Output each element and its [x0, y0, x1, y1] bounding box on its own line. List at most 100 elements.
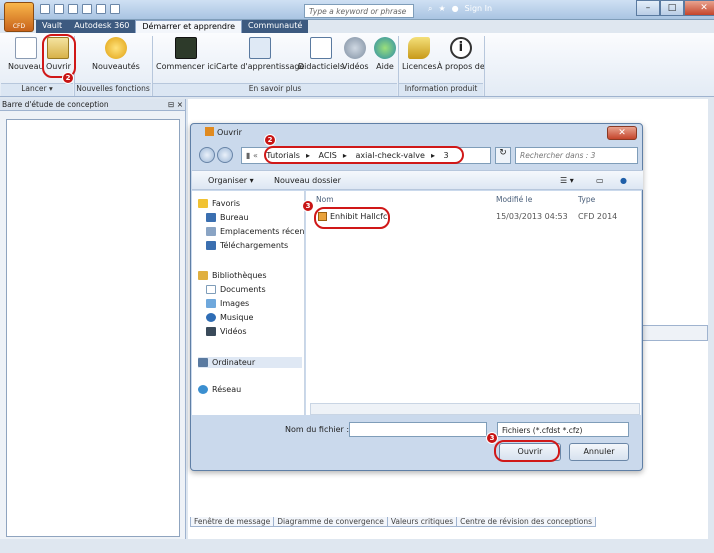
back-icon[interactable]: [199, 147, 215, 163]
videos-icon: [206, 327, 216, 336]
nav-computer-label: Ordinateur: [212, 358, 256, 367]
open-button[interactable]: Ouvrir: [46, 37, 71, 71]
file-list: Nom Modifié le Type Enhibit Hallcfc 15/0…: [306, 191, 641, 415]
nav-music-label: Musique: [220, 313, 254, 322]
address-bar[interactable]: ▮ « Tutorials ▸ ACIS ▸ axial-check-valve ▸ …: [241, 147, 491, 164]
cancel-button[interactable]: Annuler: [569, 443, 629, 461]
tab-vault[interactable]: Vault: [36, 20, 69, 34]
nav-libraries[interactable]: Bibliothèques: [198, 271, 267, 280]
preview-pane-icon[interactable]: ▭: [596, 176, 604, 185]
licenses-button[interactable]: Licences: [402, 37, 437, 71]
help-search-input[interactable]: Type a keyword or phrase: [304, 4, 414, 18]
panel-pin-close-icon[interactable]: ⊟ ×: [168, 100, 183, 109]
dialog-search-input[interactable]: Rechercher dans : 3: [515, 147, 638, 164]
view-options-icon[interactable]: ☰ ▾: [560, 176, 574, 185]
nav-images-label: Images: [220, 299, 250, 308]
tab-communaute[interactable]: Communauté: [242, 20, 309, 34]
nav-downloads-label: Téléchargements: [220, 241, 289, 250]
nav-documents[interactable]: Documents: [206, 285, 266, 294]
nav-network[interactable]: Réseau: [198, 385, 241, 394]
window-controls: – □ ✕: [636, 0, 714, 16]
desktop-icon: [206, 213, 216, 222]
open-file-button[interactable]: Ouvrir: [499, 443, 561, 461]
undo-icon[interactable]: [82, 4, 92, 14]
new-button[interactable]: Nouveau: [8, 37, 44, 71]
group-learn-more: En savoir plus: [153, 83, 397, 96]
forward-icon[interactable]: [217, 147, 233, 163]
design-study-title: Barre d'étude de conception: [2, 100, 109, 109]
nav-computer[interactable]: Ordinateur: [198, 357, 302, 368]
nav-downloads[interactable]: Téléchargements: [206, 241, 288, 250]
tutorials-label: Didacticiels: [298, 62, 345, 71]
breadcrumb-acis[interactable]: ACIS: [319, 151, 337, 160]
tab-convergence-plot[interactable]: Diagramme de convergence: [273, 517, 388, 527]
file-row[interactable]: Enhibit Hallcfc 15/03/2013 04:53 CFD 201…: [316, 211, 636, 225]
whats-new-button[interactable]: Nouveautés: [92, 37, 140, 71]
design-study-title-row: Barre d'étude de conception ⊟ ×: [0, 99, 185, 111]
star-icon[interactable]: ★: [438, 4, 445, 14]
organize-button[interactable]: Organiser ▾: [208, 176, 254, 185]
save-icon[interactable]: [68, 4, 78, 14]
tab-design-review-center[interactable]: Centre de révision des conceptions: [456, 517, 597, 527]
design-study-tree[interactable]: [6, 119, 180, 537]
app-menu-button[interactable]: CFD: [4, 2, 34, 32]
maximize-icon[interactable]: □: [660, 0, 684, 16]
dialog-toolbar: Organiser ▾ Nouveau dossier ☰ ▾ ▭ ●: [192, 170, 643, 190]
breadcrumb-tutorials[interactable]: Tutorials: [266, 151, 300, 160]
tutorials-button[interactable]: Didacticiels: [298, 37, 344, 71]
open-icon[interactable]: [54, 4, 64, 14]
nav-desktop[interactable]: Bureau: [206, 213, 249, 222]
settings-icon[interactable]: [110, 4, 120, 14]
group-launch[interactable]: Lancer ▾: [1, 83, 73, 96]
group-new-features: Nouvelles fonctions: [75, 83, 151, 96]
ribbon: Nouveau Ouvrir Nouveautés Commencer ici …: [0, 33, 714, 97]
computer-icon: [198, 358, 208, 367]
col-modified[interactable]: Modifié le: [496, 195, 532, 204]
learning-map-button[interactable]: Carte d'apprentissage: [216, 37, 304, 71]
nav-images[interactable]: Images: [206, 299, 249, 308]
recent-places-icon: [206, 227, 216, 236]
close-icon[interactable]: ✕: [684, 0, 714, 16]
col-name[interactable]: Nom: [316, 195, 334, 204]
output-panel-header: [640, 325, 708, 341]
help-button[interactable]: Aide: [374, 37, 396, 71]
music-icon: [206, 313, 216, 322]
help-icon[interactable]: ●: [620, 176, 627, 185]
file-type: CFD 2014: [578, 212, 618, 221]
videos-button[interactable]: Vidéos: [342, 37, 369, 71]
libraries-icon: [198, 271, 208, 280]
nav-music[interactable]: Musique: [206, 313, 253, 322]
nav-recent[interactable]: Emplacements récen: [206, 227, 304, 236]
col-type[interactable]: Type: [578, 195, 595, 204]
breadcrumb-3[interactable]: 3: [444, 151, 449, 160]
nav-videos[interactable]: Vidéos: [206, 327, 247, 336]
nav-favorites[interactable]: Favoris: [198, 199, 240, 208]
filename-input[interactable]: [349, 422, 487, 437]
about-button[interactable]: i À propos de: [437, 37, 485, 71]
user-icon[interactable]: ●: [452, 4, 459, 14]
open-label: Ouvrir: [46, 62, 71, 71]
open-dialog: Ouvrir ✕ ▮ « Tutorials ▸ ACIS ▸ axial-chec…: [190, 123, 643, 471]
dialog-close-icon[interactable]: ✕: [607, 126, 637, 140]
nav-libraries-label: Bibliothèques: [212, 271, 267, 280]
redo-icon[interactable]: [96, 4, 106, 14]
video-icon: [344, 37, 367, 59]
minimize-icon[interactable]: –: [636, 0, 660, 16]
tab-critical-values[interactable]: Valeurs critiques: [386, 517, 458, 527]
tab-demarrer[interactable]: Démarrer et apprendre: [135, 20, 243, 34]
new-folder-button[interactable]: Nouveau dossier: [274, 176, 341, 185]
title-bar-tools: ⌕ ★ ● Sign In: [428, 4, 492, 14]
sign-in-link[interactable]: Sign In: [465, 4, 492, 14]
file-modified: 15/03/2013 04:53: [496, 212, 568, 221]
tab-message-window[interactable]: Fenêtre de message: [190, 517, 275, 527]
binoculars-icon[interactable]: ⌕: [428, 4, 432, 14]
filetype-select[interactable]: Fichiers (*.cfdst *.cfz): [497, 422, 629, 437]
help-label: Aide: [376, 62, 394, 71]
network-icon: [198, 385, 208, 394]
start-here-button[interactable]: Commencer ici: [156, 37, 216, 71]
horizontal-scrollbar[interactable]: [310, 403, 640, 415]
new-icon[interactable]: [40, 4, 50, 14]
breadcrumb-valve[interactable]: axial-check-valve: [355, 151, 424, 160]
refresh-icon[interactable]: ↻: [495, 147, 511, 164]
tab-autodesk-360[interactable]: Autodesk 360: [68, 20, 136, 34]
